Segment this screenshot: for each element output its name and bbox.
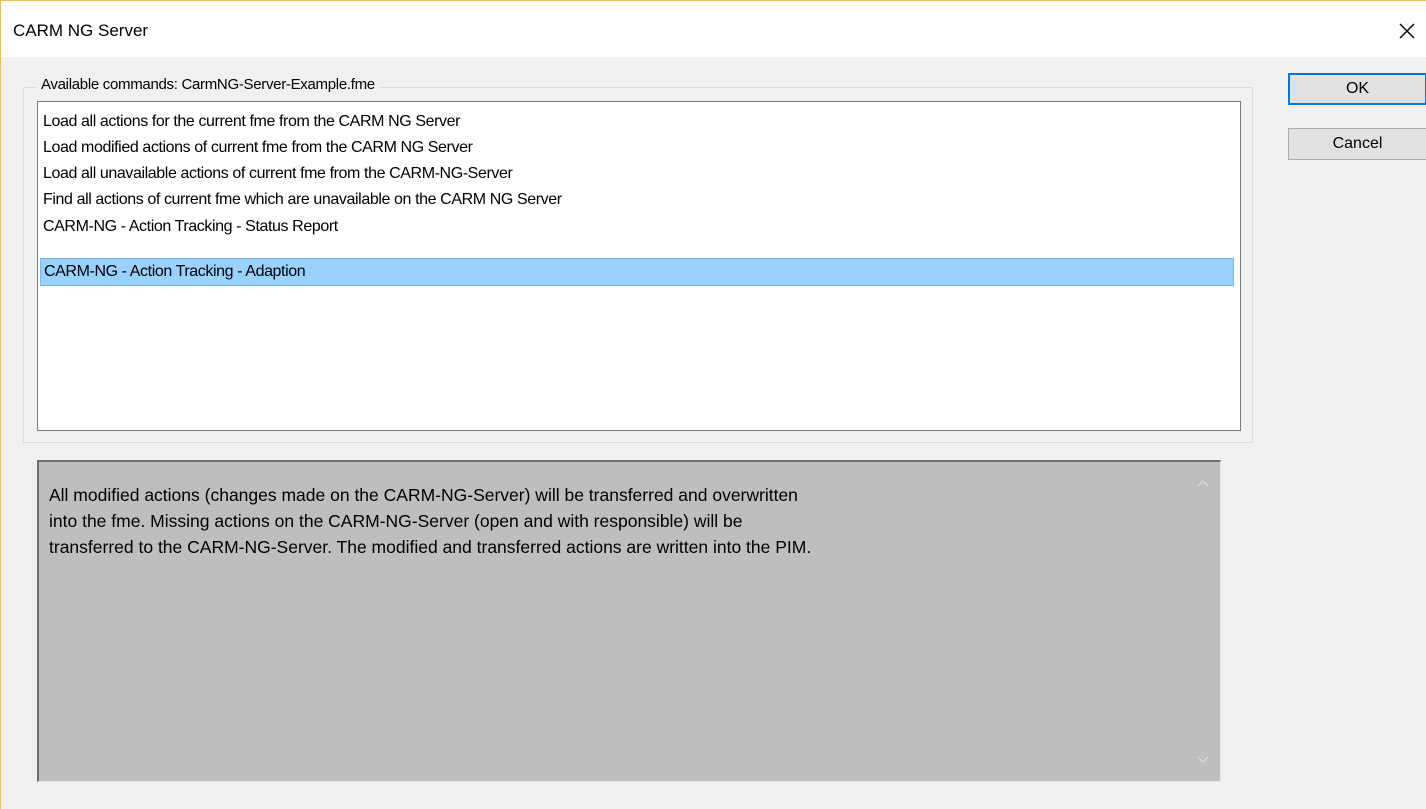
commands-listbox[interactable]: Load all actions for the current fme fro… [37,101,1241,431]
scroll-down-button[interactable] [1186,743,1220,777]
description-text: All modified actions (changes made on th… [49,485,812,557]
list-item[interactable]: Load all actions for the current fme fro… [40,108,1234,136]
cancel-button[interactable]: Cancel [1288,128,1426,160]
title-bar: CARM NG Server [1,1,1426,57]
list-item[interactable]: CARM-NG - Action Tracking - Status Repor… [40,213,1234,241]
commands-groupbox-legend: Available commands: CarmNG-Server-Exampl… [36,76,380,93]
scroll-up-button[interactable] [1186,466,1220,500]
window-title: CARM NG Server [13,21,149,40]
list-item[interactable]: Find all actions of current fme which ar… [40,186,1234,214]
close-icon [1399,23,1415,39]
close-button[interactable] [1387,11,1426,51]
dialog-window: CARM NG Server Available commands: CarmN… [0,0,1426,809]
chevron-up-icon [1197,480,1209,487]
list-item-selected[interactable]: CARM-NG - Action Tracking - Adaption [40,258,1234,286]
list-item[interactable]: Load all unavailable actions of current … [40,160,1234,188]
chevron-down-icon [1197,756,1209,763]
description-scrollbar[interactable] [1186,462,1220,781]
description-box[interactable]: All modified actions (changes made on th… [37,460,1221,782]
list-item[interactable]: Load modified actions of current fme fro… [40,134,1234,162]
ok-button[interactable]: OK [1288,73,1426,105]
